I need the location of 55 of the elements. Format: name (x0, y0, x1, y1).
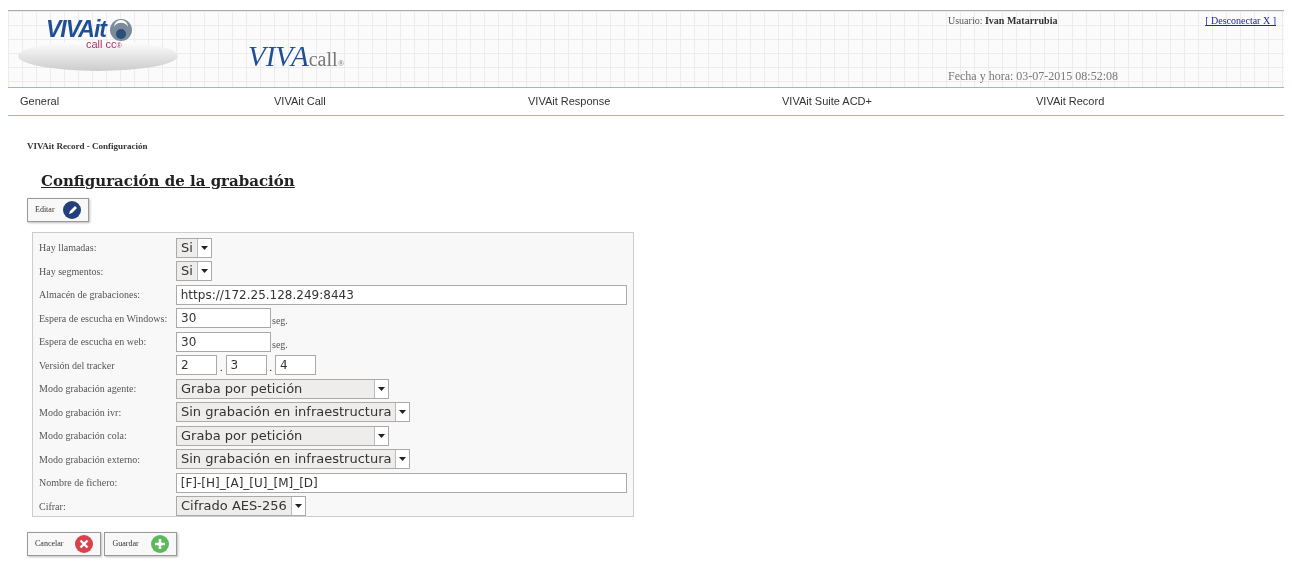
input-field[interactable]: https://172.25.128.249:8443 (175, 284, 627, 305)
pencil-icon (63, 201, 81, 219)
input-field[interactable]: 4 (275, 355, 316, 376)
breadcrumb: VIVAit Record - Configuración (27, 140, 149, 153)
nav-link[interactable]: VIVAit Call (274, 95, 326, 108)
nav-link[interactable]: VIVAit Suite ACD+ (782, 95, 872, 108)
input-field[interactable]: [F]-[H]_[A]_[U]_[M]_[D] (175, 472, 627, 493)
dropdown[interactable]: Cifrado AES-256 (176, 496, 306, 517)
field-label: Espera de escucha en Windows: (39, 311, 169, 326)
caret-icon (378, 386, 385, 391)
nav-link[interactable]: General (20, 95, 60, 108)
field-label: Hay segmentos: (39, 264, 105, 279)
edit-button[interactable]: Editar (27, 198, 89, 222)
input-field[interactable]: 30 (176, 308, 271, 329)
nav-link[interactable]: VIVAit Record (1036, 95, 1105, 108)
field-label: Modo grabación ivr: (39, 405, 123, 420)
field-label: Modo grabación cola: (39, 429, 128, 444)
input-field[interactable]: 2 (176, 355, 217, 376)
user-info: Usuario: Ivan Matarrubia (948, 14, 1058, 28)
field-label: Modo grabación externo: (39, 452, 142, 467)
field-label: Almacén de grabaciones: (39, 288, 142, 303)
field-label: Hay llamadas: (39, 241, 98, 256)
dropdown[interactable]: Sin grabación en infraestructura (176, 402, 411, 423)
nav-link[interactable]: VIVAit Response (528, 95, 611, 108)
field-label: Cifrar: (39, 499, 67, 514)
section-title: Configuración de la grabación (41, 170, 296, 192)
dropdown[interactable]: Graba por petición (176, 378, 389, 399)
product-logo: VIVAcall® (248, 42, 345, 71)
dropdown[interactable]: Si (176, 261, 212, 282)
unit-label: seg. (272, 337, 288, 352)
input-field[interactable]: 30 (176, 331, 271, 352)
cancel-button[interactable]: Cancelar (27, 532, 102, 556)
field-label: Versión del tracker (39, 358, 116, 373)
caret-icon (399, 410, 407, 415)
dropdown[interactable]: Graba por petición (176, 425, 389, 446)
caret-icon (200, 269, 208, 274)
close-icon (75, 535, 94, 553)
separator-dot: . (269, 361, 272, 376)
logout-link[interactable]: [ Desconectar X ] (1205, 13, 1276, 28)
caret-icon (399, 457, 407, 462)
save-button[interactable]: Guardar (104, 532, 177, 556)
field-label: Nombre de fichero: (39, 476, 119, 491)
caret-icon (200, 245, 208, 250)
unit-label: seg. (272, 314, 288, 329)
dropdown[interactable]: Sin grabación en infraestructura (176, 449, 411, 470)
input-field[interactable]: 3 (225, 355, 267, 376)
logo-text: VIVAit (46, 18, 107, 41)
caret-icon (378, 433, 385, 438)
dropdown[interactable]: Si (176, 237, 212, 258)
date-time: Fecha y hora: 03-07-2015 08:52:08 (948, 68, 1119, 85)
separator-dot: . (220, 361, 223, 376)
plus-icon (150, 535, 169, 553)
caret-icon (294, 504, 302, 509)
field-label: Espera de escucha en web: (39, 335, 148, 350)
field-label: Modo grabación agente: (39, 382, 138, 397)
